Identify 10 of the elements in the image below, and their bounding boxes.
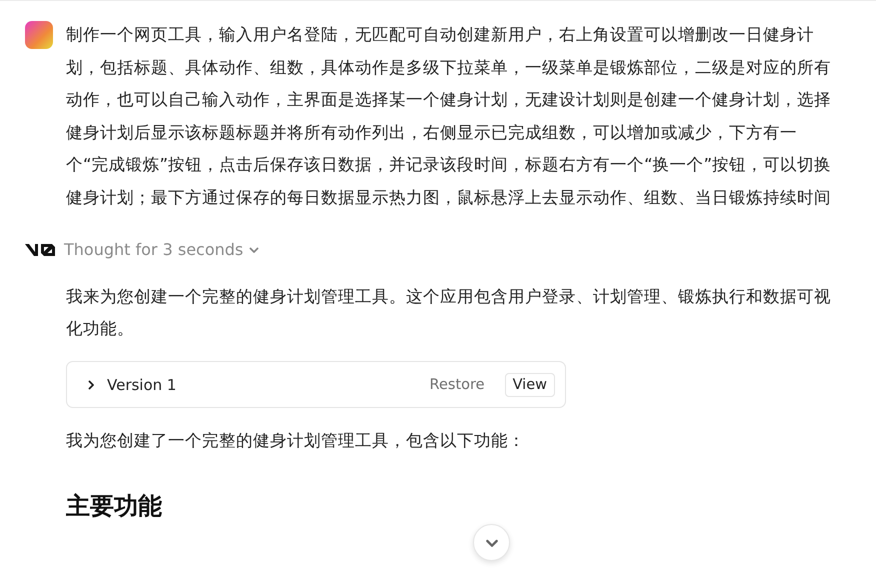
response-text: 我为您创建了一个完整的健身计划管理工具，包含以下功能： (66, 430, 526, 452)
view-button[interactable]: View (504, 372, 555, 396)
user-avatar (25, 21, 53, 49)
section-heading: 主要功能 (66, 491, 163, 522)
version-title: Version 1 (107, 376, 178, 394)
user-message: 制作一个网页工具，输入用户名登陆，无匹配可自动创建新用户，右上角设置可以增删改一日健身计划，包括标题、具体动作、组数，具体动作是多级下拉菜单，一级菜单是锻炼部位，二级是对应的所有动作，也可以自己输入动作，主界面是选择某一个健身计划，无建设计划则是创建一个健身计划，选择健身计划后显示该标题标题并将所有动作列出，右侧显示已完成组数，可以增加或减少，下方有一个“完成锻炼”按钮，点击后保存该日数据，并记录该段时间，标题右方有一个“换一个”按钮，可以切换健身计划；最下方通过保存的每日数据显示热力图，鼠标悬浮上去显示动作、组数、当日锻炼持续时间 (66, 24, 832, 208)
logo-icon (24, 242, 56, 258)
response-text: 我来为您创建一个完整的健身计划管理工具。这个应用包含用户登录、计划管理、锻炼执行和数据可视化功能。 (66, 286, 832, 340)
thought-toggle[interactable]: Thought for 3 seconds (64, 240, 260, 259)
scroll-down-button[interactable] (473, 524, 510, 561)
